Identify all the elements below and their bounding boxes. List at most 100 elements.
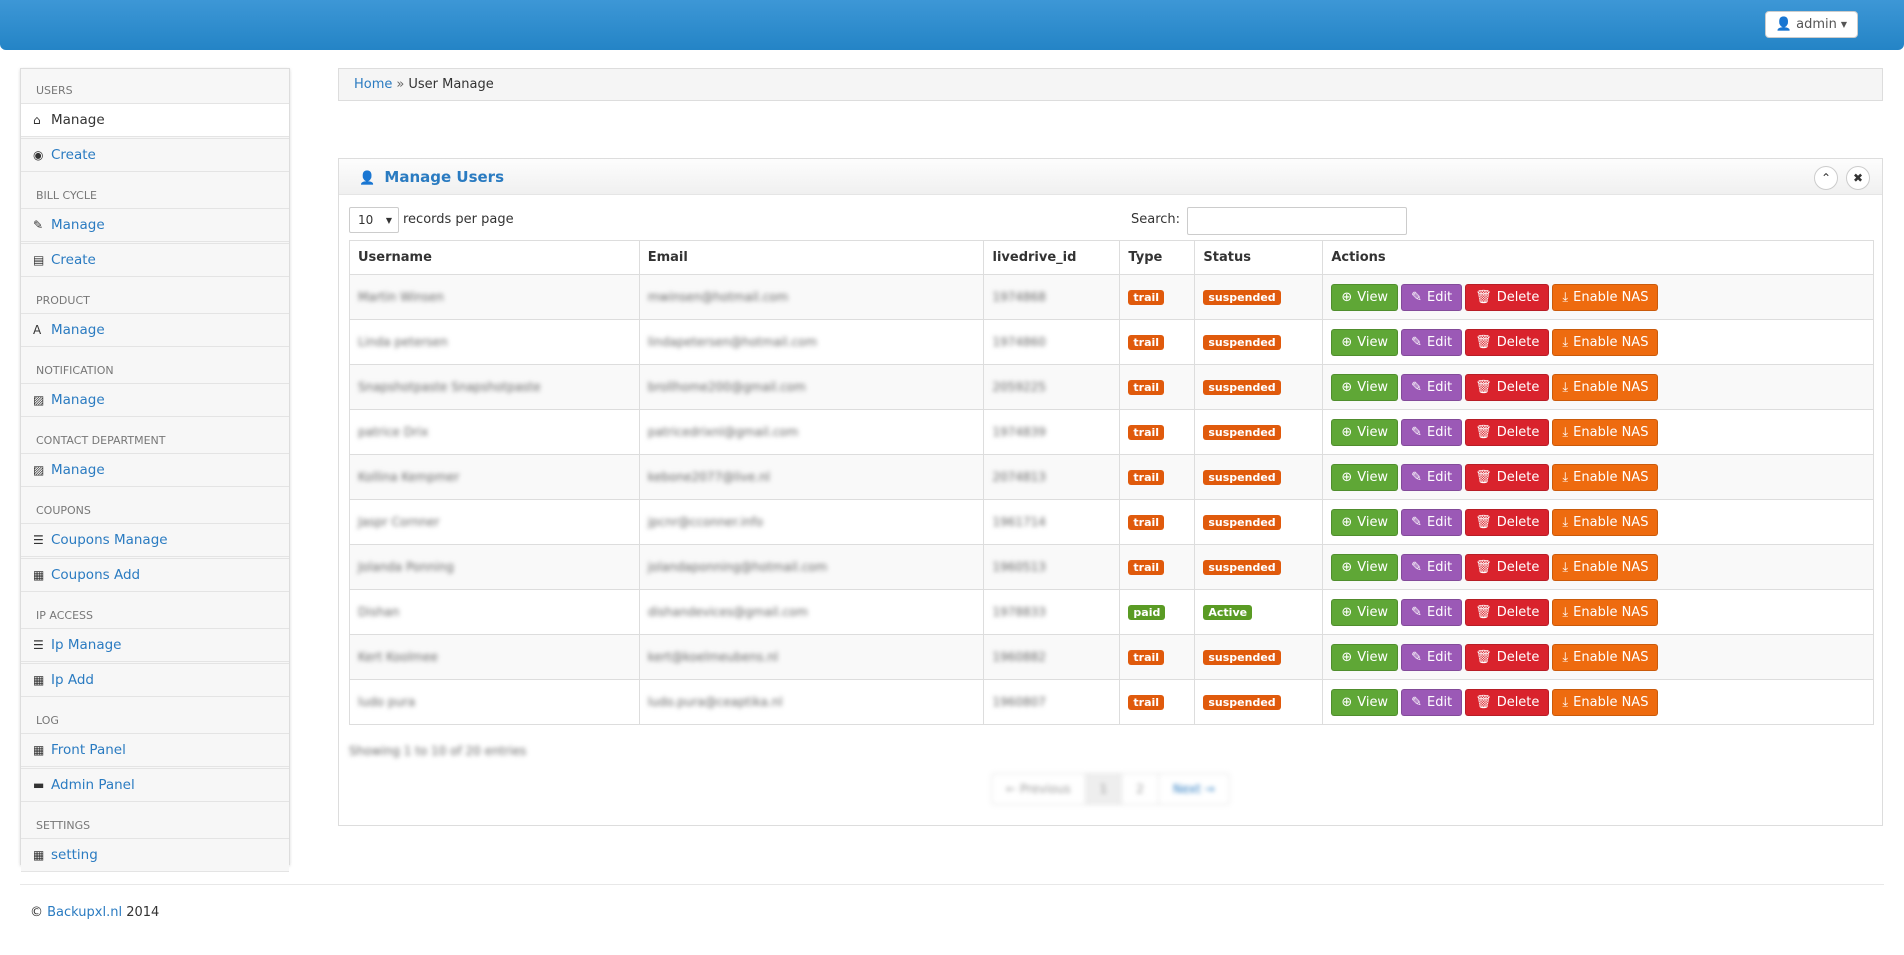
delete-button[interactable]: 🗑 Delete bbox=[1465, 508, 1550, 536]
enable-nas-button[interactable]: ⤓ Enable NAS bbox=[1552, 328, 1659, 356]
breadcrumb-home-link[interactable]: Home bbox=[354, 77, 392, 92]
actions-cell: ⊕ View ✎ Edit 🗑 Delete ⤓ Enable NAS bbox=[1322, 319, 1874, 365]
view-button[interactable]: ⊕ View bbox=[1331, 463, 1399, 491]
user-menu-button[interactable]: 👤 admin ▼ bbox=[1764, 11, 1858, 38]
sidebar-item-create[interactable]: ◉ Create bbox=[21, 138, 289, 172]
edit-button[interactable]: ✎ Edit bbox=[1401, 688, 1463, 716]
enable-nas-button-label: Enable NAS bbox=[1573, 289, 1649, 305]
delete-button[interactable]: 🗑 Delete bbox=[1465, 328, 1550, 356]
delete-button[interactable]: 🗑 Delete bbox=[1465, 598, 1550, 626]
action-buttons: ⊕ View ✎ Edit 🗑 Delete ⤓ Enable NAS bbox=[1331, 688, 1865, 716]
action-buttons: ⊕ View ✎ Edit 🗑 Delete ⤓ Enable NAS bbox=[1331, 283, 1865, 311]
view-button[interactable]: ⊕ View bbox=[1331, 508, 1399, 536]
sidebar-item-ip-manage[interactable]: ☰ Ip Manage bbox=[21, 628, 289, 662]
enable-nas-button[interactable]: ⤓ Enable NAS bbox=[1552, 463, 1659, 491]
edit-button[interactable]: ✎ Edit bbox=[1401, 553, 1463, 581]
footer-site-link[interactable]: Backupxl.nl bbox=[47, 905, 122, 920]
enable-nas-button[interactable]: ⤓ Enable NAS bbox=[1552, 418, 1659, 446]
eye-icon: ◉ bbox=[33, 148, 44, 162]
actions-cell: ⊕ View ✎ Edit 🗑 Delete ⤓ Enable NAS bbox=[1322, 454, 1874, 500]
sidebar-item-manage[interactable]: A Manage bbox=[21, 313, 289, 347]
status-cell: suspended bbox=[1194, 499, 1324, 545]
livedrive-id-value: 1961714 bbox=[992, 514, 1046, 529]
enable-nas-button[interactable]: ⤓ Enable NAS bbox=[1552, 553, 1659, 581]
view-button[interactable]: ⊕ View bbox=[1331, 418, 1399, 446]
enable-nas-button[interactable]: ⤓ Enable NAS bbox=[1552, 688, 1659, 716]
column-header-type[interactable]: Type bbox=[1119, 240, 1196, 275]
view-button[interactable]: ⊕ View bbox=[1331, 328, 1399, 356]
delete-button[interactable]: 🗑 Delete bbox=[1465, 373, 1550, 401]
sidebar-item-label: Coupons Manage bbox=[51, 532, 168, 548]
view-button[interactable]: ⊕ View bbox=[1331, 643, 1399, 671]
type-cell: trail bbox=[1119, 409, 1196, 455]
delete-button[interactable]: 🗑 Delete bbox=[1465, 283, 1550, 311]
edit-icon: ✎ bbox=[1411, 424, 1422, 440]
status-badge: suspended bbox=[1203, 379, 1281, 395]
edit-button[interactable]: ✎ Edit bbox=[1401, 508, 1463, 536]
view-button[interactable]: ⊕ View bbox=[1331, 688, 1399, 716]
sidebar-item-front-panel[interactable]: ▦ Front Panel bbox=[21, 733, 289, 767]
actions-cell: ⊕ View ✎ Edit 🗑 Delete ⤓ Enable NAS bbox=[1322, 499, 1874, 545]
edit-button[interactable]: ✎ Edit bbox=[1401, 463, 1463, 491]
sidebar-item-create[interactable]: ▤ Create bbox=[21, 243, 289, 277]
type-cell: paid bbox=[1119, 589, 1196, 635]
enable-nas-button[interactable]: ⤓ Enable NAS bbox=[1552, 508, 1659, 536]
column-header-username[interactable]: Username bbox=[349, 240, 640, 275]
type-badge: trail bbox=[1128, 469, 1165, 485]
view-button[interactable]: ⊕ View bbox=[1331, 553, 1399, 581]
sidebar-item-ip-add[interactable]: ▦ Ip Add bbox=[21, 663, 289, 697]
edit-button[interactable]: ✎ Edit bbox=[1401, 373, 1463, 401]
view-button-label: View bbox=[1357, 559, 1389, 575]
enable-nas-button[interactable]: ⤓ Enable NAS bbox=[1552, 643, 1659, 671]
enable-nas-button[interactable]: ⤓ Enable NAS bbox=[1552, 283, 1659, 311]
table-controls: 10 ▼ records per page Search: bbox=[349, 207, 1874, 235]
view-button[interactable]: ⊕ View bbox=[1331, 373, 1399, 401]
edit-button[interactable]: ✎ Edit bbox=[1401, 643, 1463, 671]
sidebar-item-manage[interactable]: ▨ Manage bbox=[21, 453, 289, 487]
sidebar-item-manage[interactable]: ⌂ Manage bbox=[21, 103, 289, 137]
enable-nas-button[interactable]: ⤓ Enable NAS bbox=[1552, 598, 1659, 626]
sidebar-item-label: Manage bbox=[51, 217, 105, 233]
edit-button[interactable]: ✎ Edit bbox=[1401, 283, 1463, 311]
column-header-email[interactable]: Email bbox=[638, 240, 985, 275]
sidebar-item-setting[interactable]: ▦ setting bbox=[21, 838, 289, 872]
username-cell: Kollina Kempmer bbox=[349, 454, 640, 500]
edit-icon: ✎ bbox=[1411, 289, 1422, 305]
search-input[interactable] bbox=[1187, 207, 1407, 235]
sidebar-item-manage[interactable]: ▨ Manage bbox=[21, 383, 289, 417]
zoom-in-icon: ⊕ bbox=[1341, 424, 1353, 440]
enable-nas-button[interactable]: ⤓ Enable NAS bbox=[1552, 373, 1659, 401]
sidebar-item-admin-panel[interactable]: ▬ Admin Panel bbox=[21, 768, 289, 802]
sidebar-heading: BILL CYCLE bbox=[36, 189, 97, 202]
view-button[interactable]: ⊕ View bbox=[1331, 598, 1399, 626]
livedrive-id-value: 1960882 bbox=[992, 649, 1046, 664]
records-per-page-select[interactable]: 10 ▼ bbox=[349, 207, 399, 233]
actions-cell: ⊕ View ✎ Edit 🗑 Delete ⤓ Enable NAS bbox=[1322, 634, 1874, 680]
sidebar-item-coupons-manage[interactable]: ☰ Coupons Manage bbox=[21, 523, 289, 557]
delete-button[interactable]: 🗑 Delete bbox=[1465, 418, 1550, 446]
delete-button[interactable]: 🗑 Delete bbox=[1465, 553, 1550, 581]
type-cell: trail bbox=[1119, 634, 1196, 680]
enable-nas-button-label: Enable NAS bbox=[1573, 469, 1649, 485]
edit-button[interactable]: ✎ Edit bbox=[1401, 328, 1463, 356]
delete-button[interactable]: 🗑 Delete bbox=[1465, 688, 1550, 716]
delete-button[interactable]: 🗑 Delete bbox=[1465, 643, 1550, 671]
email-cell: jpcnr@cconner.info bbox=[638, 499, 985, 545]
column-header-livedrive-id[interactable]: livedrive_id bbox=[983, 240, 1121, 275]
view-button[interactable]: ⊕ View bbox=[1331, 283, 1399, 311]
pagination-previous[interactable]: ← Previous bbox=[992, 774, 1086, 804]
column-header-actions[interactable]: Actions bbox=[1322, 240, 1874, 275]
edit-button[interactable]: ✎ Edit bbox=[1401, 598, 1463, 626]
delete-button[interactable]: 🗑 Delete bbox=[1465, 463, 1550, 491]
column-header-status[interactable]: Status bbox=[1194, 240, 1324, 275]
pagination-next[interactable]: Next → bbox=[1159, 774, 1229, 804]
caret-down-icon: ▼ bbox=[385, 215, 392, 225]
pagination-page[interactable]: 1 bbox=[1085, 774, 1123, 804]
sidebar-item-manage[interactable]: ✎ Manage bbox=[21, 208, 289, 242]
collapse-button[interactable]: ⌃ bbox=[1814, 166, 1838, 190]
sidebar-item-coupons-add[interactable]: ▦ Coupons Add bbox=[21, 558, 289, 592]
edit-button[interactable]: ✎ Edit bbox=[1401, 418, 1463, 446]
close-button[interactable]: ✖ bbox=[1846, 166, 1870, 190]
pagination-page[interactable]: 2 bbox=[1122, 774, 1159, 804]
trash-icon: 🗑 bbox=[1475, 469, 1492, 485]
